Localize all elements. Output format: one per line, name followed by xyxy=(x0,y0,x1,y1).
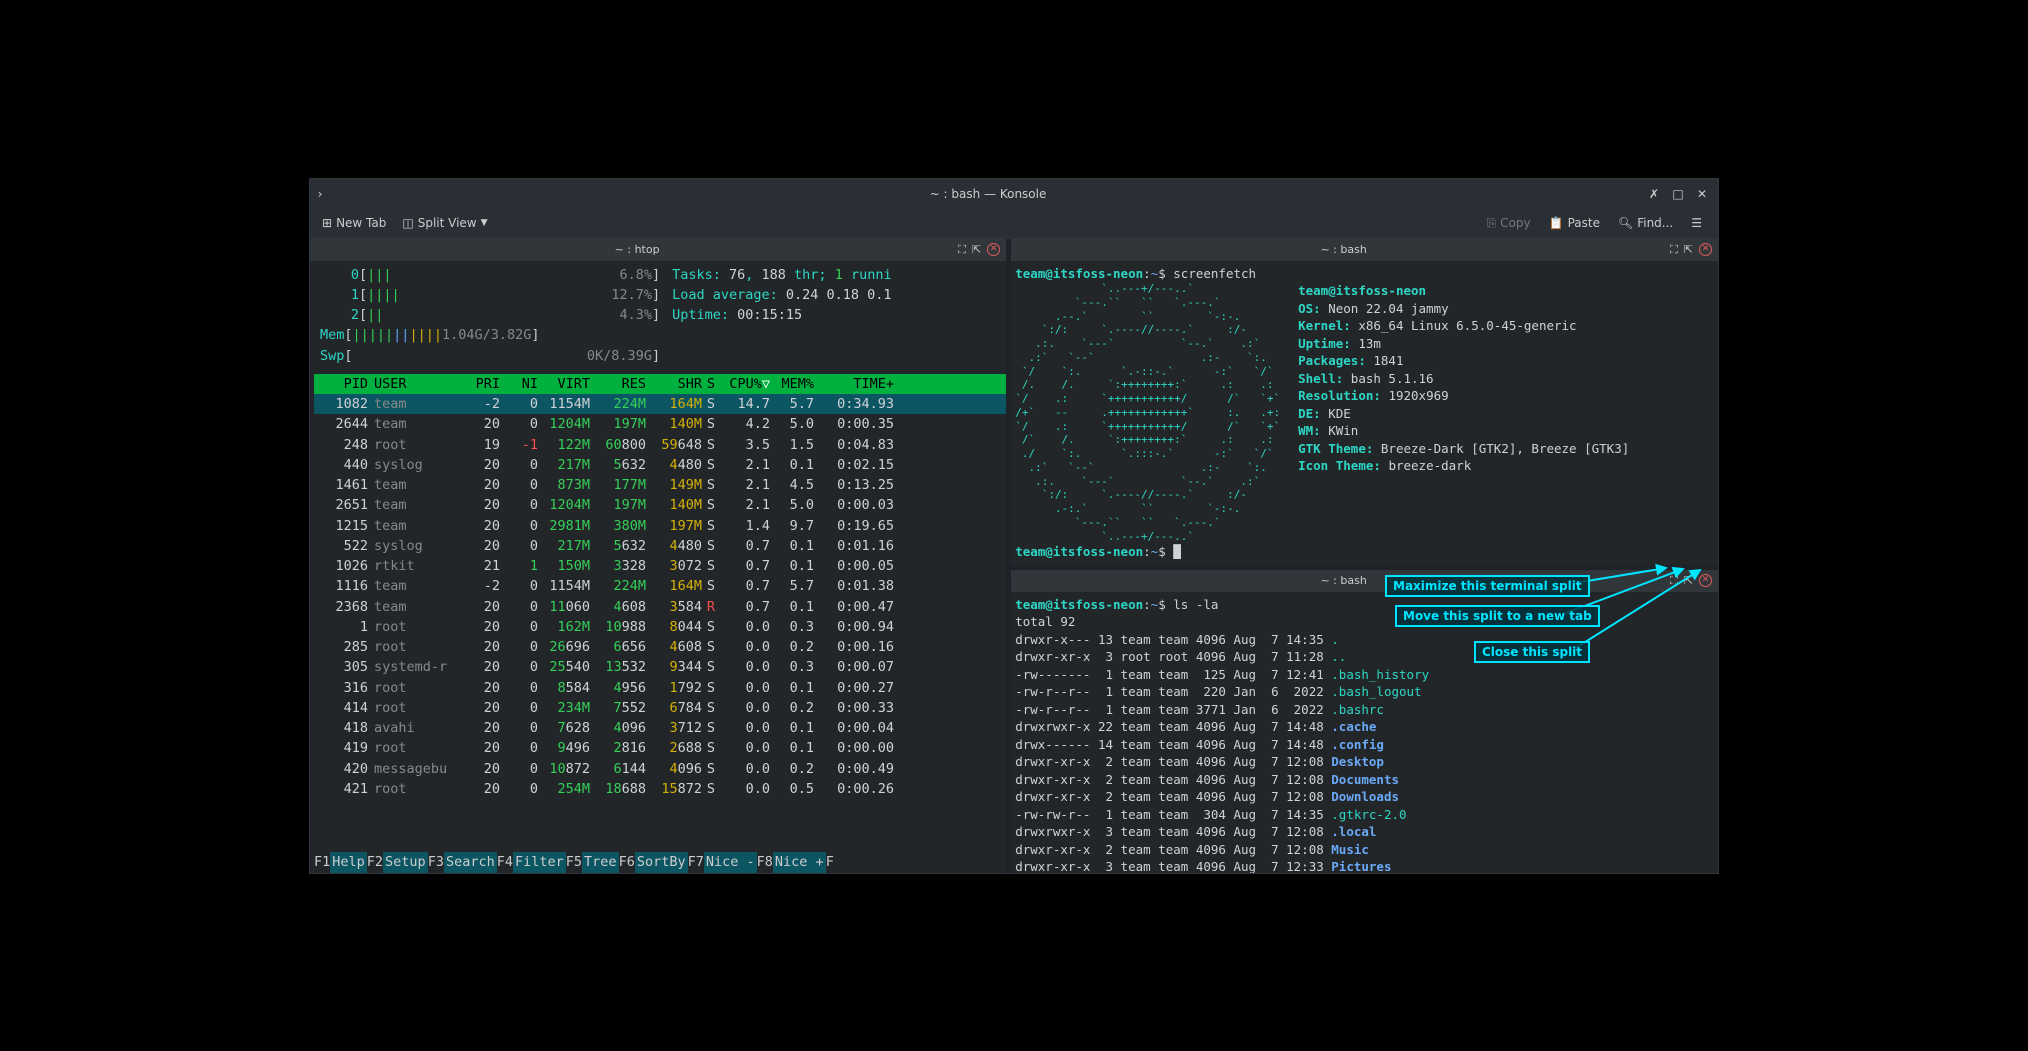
plus-icon: ⊞ xyxy=(322,216,332,230)
maximize-split-icon[interactable]: ⛶ xyxy=(1670,574,1678,588)
annotation-move: Move this split to a new tab xyxy=(1395,605,1600,627)
new-tab-button[interactable]: ⊞New Tab xyxy=(316,213,392,233)
app-menu-icon[interactable]: › xyxy=(310,187,330,201)
close-split-icon[interactable]: ✕ xyxy=(987,243,1000,256)
paste-icon: 📋 xyxy=(1549,216,1564,230)
left-pane-header: ~ : htop ⛶ ⇱ ✕ xyxy=(310,239,1006,261)
find-button[interactable]: 🔍︎Find... xyxy=(1612,213,1679,234)
move-split-icon[interactable]: ⇱ xyxy=(972,243,981,257)
screenfetch-terminal[interactable]: team@itsfoss-neon:~$ screenfetch `..---+… xyxy=(1011,261,1718,565)
hamburger-icon: ☰ xyxy=(1691,216,1702,230)
copy-icon: ⎘ xyxy=(1487,216,1497,231)
split-view-button[interactable]: ◫Split View ▼ xyxy=(396,213,493,233)
htop-fn-bar[interactable]: F1HelpF2SetupF3SearchF4FilterF5TreeF6Sor… xyxy=(310,852,1006,872)
maximize-split-icon[interactable]: ⛶ xyxy=(1670,243,1678,257)
right-top-header: ~ : bash ⛶ ⇱ ✕ xyxy=(1011,239,1718,261)
close-window-button[interactable]: ✕ xyxy=(1694,187,1710,201)
left-pane-title: ~ : htop xyxy=(316,243,958,256)
chevron-down-icon: ▼ xyxy=(481,218,488,228)
annotation-close: Close this split xyxy=(1474,641,1590,663)
hamburger-menu-button[interactable]: ☰ xyxy=(1685,213,1708,234)
split-icon: ◫ xyxy=(402,216,413,230)
titlebar: › ~ : bash — Konsole ✗ □ ✕ xyxy=(310,179,1718,209)
minimize-button[interactable]: ✗ xyxy=(1646,187,1662,201)
paste-button[interactable]: 📋Paste xyxy=(1543,213,1606,234)
left-split-pane: ~ : htop ⛶ ⇱ ✕ 0[|||6.8%]1[||||12.7%]2[|… xyxy=(310,239,1006,873)
move-split-icon[interactable]: ⇱ xyxy=(1684,243,1693,257)
maximize-button[interactable]: □ xyxy=(1670,187,1686,201)
right-top-title: ~ : bash xyxy=(1017,243,1670,256)
close-split-icon[interactable]: ✕ xyxy=(1699,574,1712,587)
copy-button[interactable]: ⎘Copy xyxy=(1481,213,1537,234)
window-title: ~ : bash — Konsole xyxy=(330,187,1646,201)
ls-terminal[interactable]: team@itsfoss-neon:~$ ls -la total 92 drw… xyxy=(1011,592,1718,873)
right-bottom-header: ~ : bash ⛶ ⇱ ✕ xyxy=(1011,570,1718,592)
right-split-column: ~ : bash ⛶ ⇱ ✕ team@itsfoss-neon:~$ scre… xyxy=(1011,239,1718,873)
toolbar: ⊞New Tab ◫Split View ▼ ⎘Copy 📋Paste 🔍︎Fi… xyxy=(310,209,1718,239)
split-container: ~ : htop ⛶ ⇱ ✕ 0[|||6.8%]1[||||12.7%]2[|… xyxy=(310,239,1718,873)
close-split-icon[interactable]: ✕ xyxy=(1699,243,1712,256)
maximize-split-icon[interactable]: ⛶ xyxy=(958,243,966,257)
search-icon: 🔍︎ xyxy=(1618,216,1633,230)
annotation-maximize: Maximize this terminal split xyxy=(1385,575,1590,597)
right-bottom-pane: ~ : bash ⛶ ⇱ ✕ team@itsfoss-neon:~$ ls -… xyxy=(1011,570,1718,873)
right-top-pane: ~ : bash ⛶ ⇱ ✕ team@itsfoss-neon:~$ scre… xyxy=(1011,239,1718,565)
move-split-icon[interactable]: ⇱ xyxy=(1684,574,1693,588)
htop-terminal[interactable]: 0[|||6.8%]1[||||12.7%]2[||4.3%]Mem[|||||… xyxy=(310,261,1006,853)
konsole-window: › ~ : bash — Konsole ✗ □ ✕ ⊞New Tab ◫Spl… xyxy=(309,178,1719,874)
